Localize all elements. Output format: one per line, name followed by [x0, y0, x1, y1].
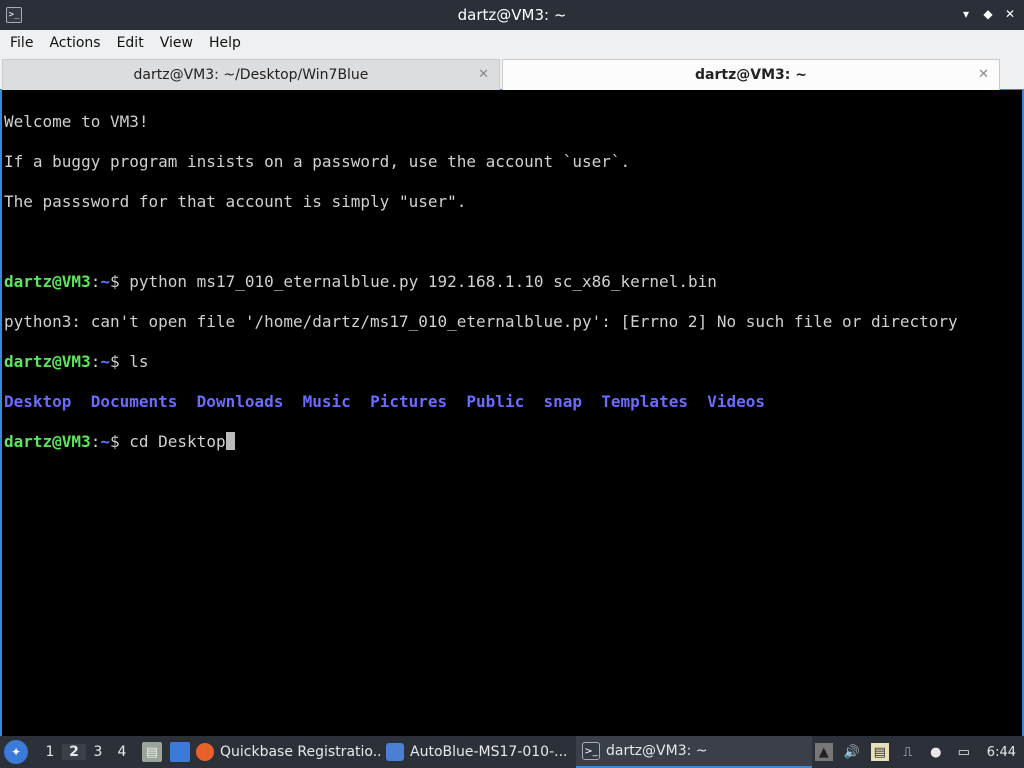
- command-text: ls: [129, 352, 149, 371]
- minimize-icon[interactable]: ▾: [958, 6, 974, 22]
- command-line: dartz@VM3:~$ ls: [4, 352, 1022, 372]
- command-text: cd Desktop: [129, 432, 226, 451]
- battery-icon[interactable]: ▭: [955, 743, 973, 761]
- dir-entry: Downloads: [196, 392, 284, 411]
- prompt-user: dartz@VM3: [4, 432, 91, 451]
- task-label: dartz@VM3: ~: [606, 743, 708, 759]
- menu-file[interactable]: File: [2, 35, 41, 51]
- desktop-switcher: 1 2 3 4: [38, 744, 134, 760]
- error-line: python3: can't open file '/home/dartz/ms…: [4, 312, 958, 331]
- start-menu-icon[interactable]: ✦: [4, 740, 28, 764]
- window-title: dartz@VM3: ~: [457, 6, 567, 24]
- folder-icon: [386, 743, 404, 761]
- task-firefox[interactable]: Quickbase Registratio...: [190, 736, 380, 768]
- desktop-3[interactable]: 3: [86, 744, 110, 760]
- command-line: dartz@VM3:~$ python ms17_010_eternalblue…: [4, 272, 1022, 292]
- terminal-output[interactable]: Welcome to VM3! If a buggy program insis…: [0, 90, 1024, 736]
- window-titlebar: >_ dartz@VM3: ~ ▾ ◆ ✕: [0, 0, 1024, 30]
- firefox-icon: [196, 743, 214, 761]
- notification-icon[interactable]: ●: [927, 743, 945, 761]
- command-line: dartz@VM3:~$ cd Desktop: [4, 432, 1022, 452]
- command-text: python ms17_010_eternalblue.py 192.168.1…: [129, 272, 717, 291]
- prompt-path: ~: [100, 432, 110, 451]
- taskbar: ✦ 1 2 3 4 ▤ Quickbase Registratio... Aut…: [0, 736, 1024, 768]
- dir-entry: Music: [302, 392, 351, 411]
- tab-close-icon[interactable]: ✕: [978, 67, 989, 82]
- prompt-symbol: $: [109, 272, 130, 291]
- prompt-sep: :: [90, 432, 101, 451]
- task-label: AutoBlue-MS17-010-...: [410, 744, 568, 760]
- maximize-icon[interactable]: ◆: [980, 6, 996, 22]
- task-label: Quickbase Registratio...: [220, 744, 380, 760]
- task-terminal[interactable]: >_ dartz@VM3: ~: [576, 736, 812, 768]
- motd-line: Welcome to VM3!: [4, 112, 149, 131]
- tab-home[interactable]: dartz@VM3: ~ ✕: [502, 59, 1000, 90]
- tab-close-icon[interactable]: ✕: [478, 67, 489, 82]
- prompt-path: ~: [100, 352, 110, 371]
- clipboard-icon[interactable]: ▤: [870, 743, 889, 761]
- tab-label: dartz@VM3: ~/Desktop/Win7Blue: [133, 67, 369, 83]
- system-tray: ▲ 🔊 ▤ ⎍ ● ▭ 6:44: [814, 743, 1016, 761]
- motd-line: The passsword for that account is simply…: [4, 192, 467, 211]
- text-cursor: [225, 432, 235, 450]
- dir-entry: Desktop: [4, 392, 72, 411]
- volume-icon[interactable]: 🔊: [843, 743, 861, 761]
- motd-line: If a buggy program insists on a password…: [4, 152, 631, 171]
- upload-icon[interactable]: ▲: [814, 743, 833, 761]
- dir-entry: snap: [543, 392, 582, 411]
- network-icon[interactable]: ⎍: [899, 743, 917, 761]
- close-icon[interactable]: ✕: [1002, 6, 1018, 22]
- prompt-symbol: $: [109, 352, 130, 371]
- ls-output-line: Desktop Documents Downloads Music Pictur…: [4, 392, 1022, 412]
- file-manager-icon[interactable]: ▤: [142, 742, 162, 762]
- terminal-app-icon[interactable]: >_: [6, 7, 22, 23]
- prompt-user: dartz@VM3: [4, 272, 91, 291]
- prompt-symbol: $: [109, 432, 130, 451]
- tab-win7blue[interactable]: dartz@VM3: ~/Desktop/Win7Blue ✕: [2, 59, 500, 90]
- dir-entry: Documents: [90, 392, 178, 411]
- desktop-2[interactable]: 2: [62, 744, 86, 760]
- menu-actions[interactable]: Actions: [41, 35, 108, 51]
- menu-help[interactable]: Help: [201, 35, 249, 51]
- dir-entry: Public: [466, 392, 525, 411]
- dir-entry: Pictures: [370, 392, 448, 411]
- desktop-4[interactable]: 4: [110, 744, 134, 760]
- prompt-sep: :: [90, 352, 101, 371]
- prompt-path: ~: [100, 272, 110, 291]
- tab-label: dartz@VM3: ~: [695, 67, 807, 83]
- task-folder[interactable]: AutoBlue-MS17-010-...: [380, 736, 576, 768]
- menu-edit[interactable]: Edit: [109, 35, 152, 51]
- terminal-icon: >_: [582, 742, 600, 760]
- dir-entry: Videos: [707, 392, 766, 411]
- menu-bar: File Actions Edit View Help: [0, 30, 1024, 56]
- prompt-sep: :: [90, 272, 101, 291]
- tab-bar: dartz@VM3: ~/Desktop/Win7Blue ✕ dartz@VM…: [0, 56, 1024, 90]
- clock[interactable]: 6:44: [987, 743, 1016, 761]
- prompt-user: dartz@VM3: [4, 352, 91, 371]
- menu-view[interactable]: View: [152, 35, 201, 51]
- window-controls: ▾ ◆ ✕: [958, 6, 1018, 22]
- quick-launch: ▤: [142, 742, 190, 762]
- desktop-1[interactable]: 1: [38, 744, 62, 760]
- show-desktop-icon[interactable]: [170, 742, 190, 762]
- dir-entry: Templates: [601, 392, 688, 411]
